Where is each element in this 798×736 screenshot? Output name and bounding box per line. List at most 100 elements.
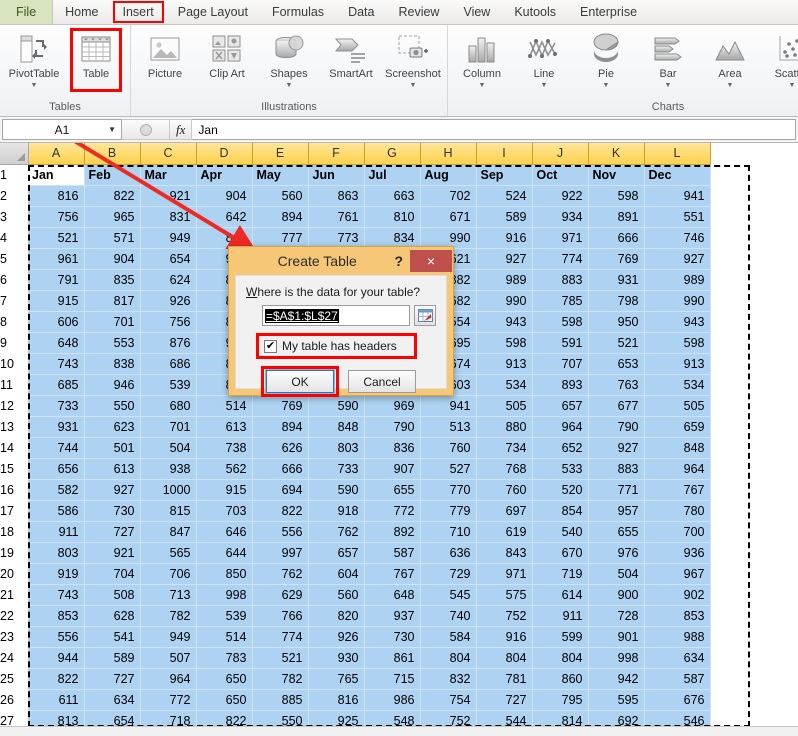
data-cell[interactable]: 702 [420, 185, 477, 207]
data-cell[interactable]: 813 [28, 710, 85, 726]
data-cell[interactable]: 941 [644, 185, 711, 207]
data-cell[interactable]: 902 [644, 584, 711, 606]
data-cell[interactable]: 894 [252, 206, 309, 228]
data-cell[interactable]: 773 [308, 227, 365, 249]
data-cell[interactable]: 729 [420, 563, 477, 585]
data-cell[interactable]: 599 [532, 626, 589, 648]
chevron-down-icon[interactable]: ▼ [479, 82, 486, 89]
data-cell[interactable]: 816 [28, 185, 85, 207]
data-cell[interactable]: 718 [140, 710, 197, 726]
data-cell[interactable]: 738 [196, 437, 253, 459]
row-header-4[interactable]: 4 [0, 227, 28, 248]
header-cell[interactable]: Jan [28, 164, 85, 186]
line-button[interactable]: Line ▼ [513, 28, 575, 89]
data-cell[interactable]: 961 [28, 248, 85, 270]
data-cell[interactable]: 861 [364, 647, 421, 669]
pivottable-button[interactable]: PivotTable ▼ [3, 28, 65, 89]
data-cell[interactable]: 676 [644, 689, 711, 711]
data-cell[interactable]: 769 [252, 395, 309, 417]
data-cell[interactable]: 762 [252, 563, 309, 585]
data-cell[interactable]: 652 [532, 437, 589, 459]
header-cell[interactable]: Nov [588, 164, 645, 186]
data-cell[interactable]: 969 [364, 395, 421, 417]
data-cell[interactable]: 701 [84, 311, 141, 333]
data-cell[interactable]: 938 [140, 458, 197, 480]
data-cell[interactable]: 551 [644, 206, 711, 228]
data-cell[interactable]: 880 [476, 416, 533, 438]
row-header-20[interactable]: 20 [0, 563, 28, 584]
insert-function-button[interactable]: fx [170, 119, 193, 140]
data-cell[interactable]: 990 [476, 290, 533, 312]
data-cell[interactable]: 654 [140, 248, 197, 270]
data-cell[interactable]: 556 [252, 521, 309, 543]
data-cell[interactable]: 624 [140, 269, 197, 291]
data-cell[interactable]: 589 [476, 206, 533, 228]
data-cell[interactable]: 598 [588, 185, 645, 207]
data-cell[interactable]: 822 [252, 500, 309, 522]
data-cell[interactable]: 964 [644, 458, 711, 480]
data-cell[interactable]: 926 [308, 626, 365, 648]
data-cell[interactable]: 657 [308, 542, 365, 564]
data-cell[interactable]: 727 [84, 521, 141, 543]
data-cell[interactable]: 863 [308, 185, 365, 207]
data-cell[interactable]: 891 [588, 206, 645, 228]
data-cell[interactable]: 835 [84, 269, 141, 291]
data-cell[interactable]: 1000 [140, 479, 197, 501]
data-cell[interactable]: 815 [140, 500, 197, 522]
data-cell[interactable]: 847 [140, 521, 197, 543]
column-header-E[interactable]: E [252, 143, 309, 165]
data-cell[interactable]: 629 [252, 584, 309, 606]
data-cell[interactable]: 986 [364, 689, 421, 711]
data-cell[interactable]: 562 [196, 458, 253, 480]
shapes-button[interactable]: Shapes ▼ [258, 28, 320, 89]
picture-button[interactable]: Picture [134, 28, 196, 81]
data-cell[interactable]: 831 [140, 206, 197, 228]
data-cell[interactable]: 803 [308, 437, 365, 459]
data-cell[interactable]: 623 [84, 416, 141, 438]
data-cell[interactable]: 964 [532, 416, 589, 438]
ribbon-tab-insert[interactable]: Insert [111, 0, 166, 24]
data-cell[interactable]: 964 [140, 668, 197, 690]
data-cell[interactable]: 754 [420, 689, 477, 711]
data-cell[interactable]: 949 [140, 626, 197, 648]
header-cell[interactable]: Feb [84, 164, 141, 186]
data-cell[interactable]: 989 [476, 269, 533, 291]
data-cell[interactable]: 885 [252, 689, 309, 711]
data-cell[interactable]: 521 [28, 227, 85, 249]
header-cell[interactable]: Jul [364, 164, 421, 186]
data-cell[interactable]: 648 [28, 332, 85, 354]
data-cell[interactable]: 514 [196, 395, 253, 417]
row-header-13[interactable]: 13 [0, 416, 28, 437]
data-cell[interactable]: 553 [84, 332, 141, 354]
header-cell[interactable]: Dec [644, 164, 711, 186]
data-cell[interactable]: 957 [588, 500, 645, 522]
data-cell[interactable]: 989 [644, 269, 711, 291]
ribbon-tab-file[interactable]: File [0, 0, 54, 24]
data-cell[interactable]: 728 [588, 605, 645, 627]
data-cell[interactable]: 730 [364, 626, 421, 648]
data-cell[interactable]: 663 [364, 185, 421, 207]
column-header-A[interactable]: A [28, 143, 85, 165]
data-cell[interactable]: 719 [532, 563, 589, 585]
row-header-3[interactable]: 3 [0, 206, 28, 227]
pie-button[interactable]: Pie ▼ [575, 28, 637, 89]
data-cell[interactable]: 743 [28, 353, 85, 375]
row-header-7[interactable]: 7 [0, 290, 28, 311]
bar-button[interactable]: Bar ▼ [637, 28, 699, 89]
column-header-G[interactable]: G [364, 143, 421, 165]
data-cell[interactable]: 611 [28, 689, 85, 711]
data-cell[interactable]: 772 [364, 500, 421, 522]
data-cell[interactable]: 550 [252, 710, 309, 726]
data-cell[interactable]: 524 [476, 185, 533, 207]
data-cell[interactable]: 876 [140, 332, 197, 354]
chevron-down-icon[interactable]: ▼ [665, 82, 672, 89]
data-cell[interactable]: 727 [84, 668, 141, 690]
data-cell[interactable]: 713 [140, 584, 197, 606]
data-cell[interactable]: 539 [196, 605, 253, 627]
data-cell[interactable]: 534 [476, 374, 533, 396]
data-cell[interactable]: 584 [420, 626, 477, 648]
data-cell[interactable]: 943 [476, 311, 533, 333]
data-cell[interactable]: 642 [196, 206, 253, 228]
table-button[interactable]: Table [65, 28, 127, 92]
data-cell[interactable]: 541 [84, 626, 141, 648]
